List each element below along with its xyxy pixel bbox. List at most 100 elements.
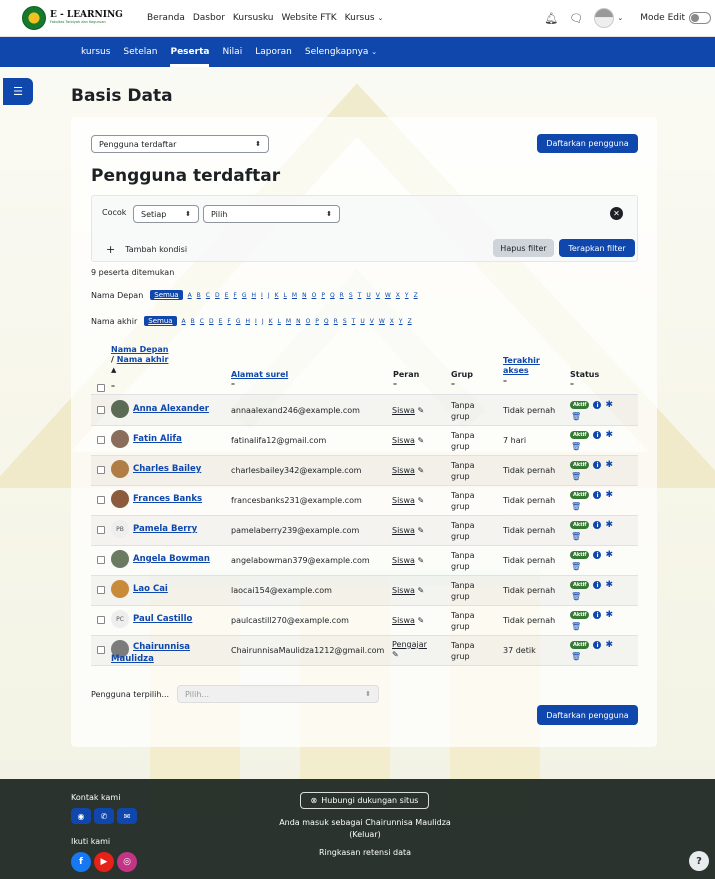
lastname-letter-link[interactable]: S [343,318,347,325]
condition-select[interactable]: Pilih ⬍ [203,205,340,223]
lastname-letter-link[interactable]: G [236,318,241,325]
lastname-letter-link[interactable]: R [334,318,338,325]
role-link[interactable]: Siswa [392,616,415,625]
lastname-letter-link[interactable]: J [262,318,264,325]
firstname-letter-link[interactable]: H [252,292,257,299]
role-link[interactable]: Pengajar [392,640,427,649]
user-name-link[interactable]: Angela Bowman [133,554,210,564]
nav-my-courses[interactable]: Kursusku [233,13,274,23]
pencil-icon[interactable]: ✎ [417,406,424,415]
sort-email-link[interactable]: Alamat surel [231,370,288,379]
role-link[interactable]: Siswa [392,466,415,475]
lastname-letter-link[interactable]: X [390,318,394,325]
lastname-letter-link[interactable]: T [352,318,356,325]
data-retention-link[interactable]: Ringkasan retensi data [255,848,475,857]
firstname-letter-link[interactable]: Q [330,292,335,299]
firstname-all-link[interactable]: Semua [150,290,183,300]
contact-support-button[interactable]: ⊗ Hubungi dukungan situs [300,792,429,809]
lastname-letter-link[interactable]: Q [324,318,329,325]
row-checkbox[interactable] [97,556,105,564]
add-condition-button[interactable]: + Tambah kondisi [106,243,187,256]
firstname-letter-link[interactable]: T [358,292,362,299]
row-checkbox[interactable] [97,436,105,444]
firstname-letter-link[interactable]: M [292,292,297,299]
user-avatar[interactable] [111,400,129,418]
user-name-link[interactable]: Pamela Berry [133,524,197,534]
lastname-letter-link[interactable]: C [200,318,204,325]
lastname-letter-link[interactable]: P [315,318,319,325]
tab-grades[interactable]: Nilai [222,37,242,67]
lastname-letter-link[interactable]: H [246,318,251,325]
firstname-letter-link[interactable]: N [302,292,307,299]
firstname-letter-link[interactable]: W [385,292,391,299]
help-button[interactable]: ? [689,851,709,871]
firstname-letter-link[interactable]: S [349,292,353,299]
user-avatar[interactable] [111,430,129,448]
gear-icon[interactable]: ✱ [605,520,613,530]
info-icon[interactable]: i [593,401,602,409]
firstname-letter-link[interactable]: D [215,292,220,299]
instagram-icon[interactable]: ◎ [117,852,137,872]
firstname-letter-link[interactable]: J [268,292,270,299]
firstname-letter-link[interactable]: U [366,292,370,299]
user-avatar[interactable] [111,460,129,478]
site-logo[interactable]: E - LEARNING Fakultas Tarbiyah dan Kegur… [22,6,142,30]
role-link[interactable]: Siswa [392,526,415,535]
firstname-letter-link[interactable]: K [275,292,279,299]
firstname-letter-link[interactable]: I [261,292,263,299]
firstname-letter-link[interactable]: A [188,292,192,299]
enrol-users-button-bottom[interactable]: Daftarkan pengguna [537,705,638,725]
lastname-letter-link[interactable]: F [227,318,230,325]
user-initials-avatar[interactable]: PB [111,520,129,538]
clear-filters-button[interactable]: Hapus filter [493,239,554,257]
course-index-toggle[interactable]: ☰ [3,78,33,105]
gear-icon[interactable]: ✱ [605,550,613,560]
collapse-column-icon[interactable]: – [451,379,455,388]
pencil-icon[interactable]: ✎ [417,526,424,535]
trash-icon[interactable]: 🗑︎ [571,472,581,481]
info-icon[interactable]: i [593,611,602,619]
phone-icon[interactable]: ✆ [94,808,114,824]
collapse-column-icon[interactable]: – [570,379,574,388]
trash-icon[interactable]: 🗑︎ [571,502,581,511]
firstname-letter-link[interactable]: P [321,292,325,299]
user-initials-avatar[interactable]: PC [111,610,129,628]
user-menu[interactable]: ⌄ [594,8,623,28]
youtube-icon[interactable]: ▶ [94,852,114,872]
user-name-link[interactable]: Charles Bailey [133,464,201,474]
row-checkbox[interactable] [97,526,105,534]
row-checkbox[interactable] [97,586,105,594]
row-checkbox[interactable] [97,646,105,654]
firstname-letter-link[interactable]: X [396,292,400,299]
trash-icon[interactable]: 🗑︎ [571,652,581,661]
lastname-letter-link[interactable]: A [182,318,186,325]
info-icon[interactable]: i [593,521,602,529]
info-icon[interactable]: i [593,461,602,469]
user-name-link[interactable]: Fatin Alifa [133,434,182,444]
firstname-letter-link[interactable]: Y [405,292,409,299]
pencil-icon[interactable]: ✎ [392,650,399,659]
bell-icon[interactable]: 🔔︎ [544,12,558,25]
lastname-letter-link[interactable]: M [286,318,291,325]
role-link[interactable]: Siswa [392,586,415,595]
user-name-link[interactable]: Anna Alexander [133,404,209,414]
lastname-all-link[interactable]: Semua [144,316,177,326]
nav-dashboard[interactable]: Dasbor [193,13,225,23]
nav-courses-dropdown[interactable]: Kursus ⌄ [345,13,384,23]
role-link[interactable]: Siswa [392,406,415,415]
role-link[interactable]: Siswa [392,436,415,445]
apply-filters-button[interactable]: Terapkan filter [559,239,635,257]
trash-icon[interactable]: 🗑︎ [571,442,581,451]
firstname-letter-link[interactable]: L [284,292,287,299]
gear-icon[interactable]: ✱ [605,400,613,410]
logged-in-user-link[interactable]: Chairunnisa Maulidza [365,818,451,827]
select-all-checkbox[interactable] [97,384,105,392]
lastname-letter-link[interactable]: Z [408,318,412,325]
lastname-letter-link[interactable]: V [370,318,374,325]
lastname-letter-link[interactable]: O [306,318,311,325]
lastname-letter-link[interactable]: W [379,318,385,325]
trash-icon[interactable]: 🗑︎ [571,622,581,631]
pencil-icon[interactable]: ✎ [417,496,424,505]
firstname-letter-link[interactable]: E [225,292,229,299]
firstname-letter-link[interactable]: G [242,292,247,299]
